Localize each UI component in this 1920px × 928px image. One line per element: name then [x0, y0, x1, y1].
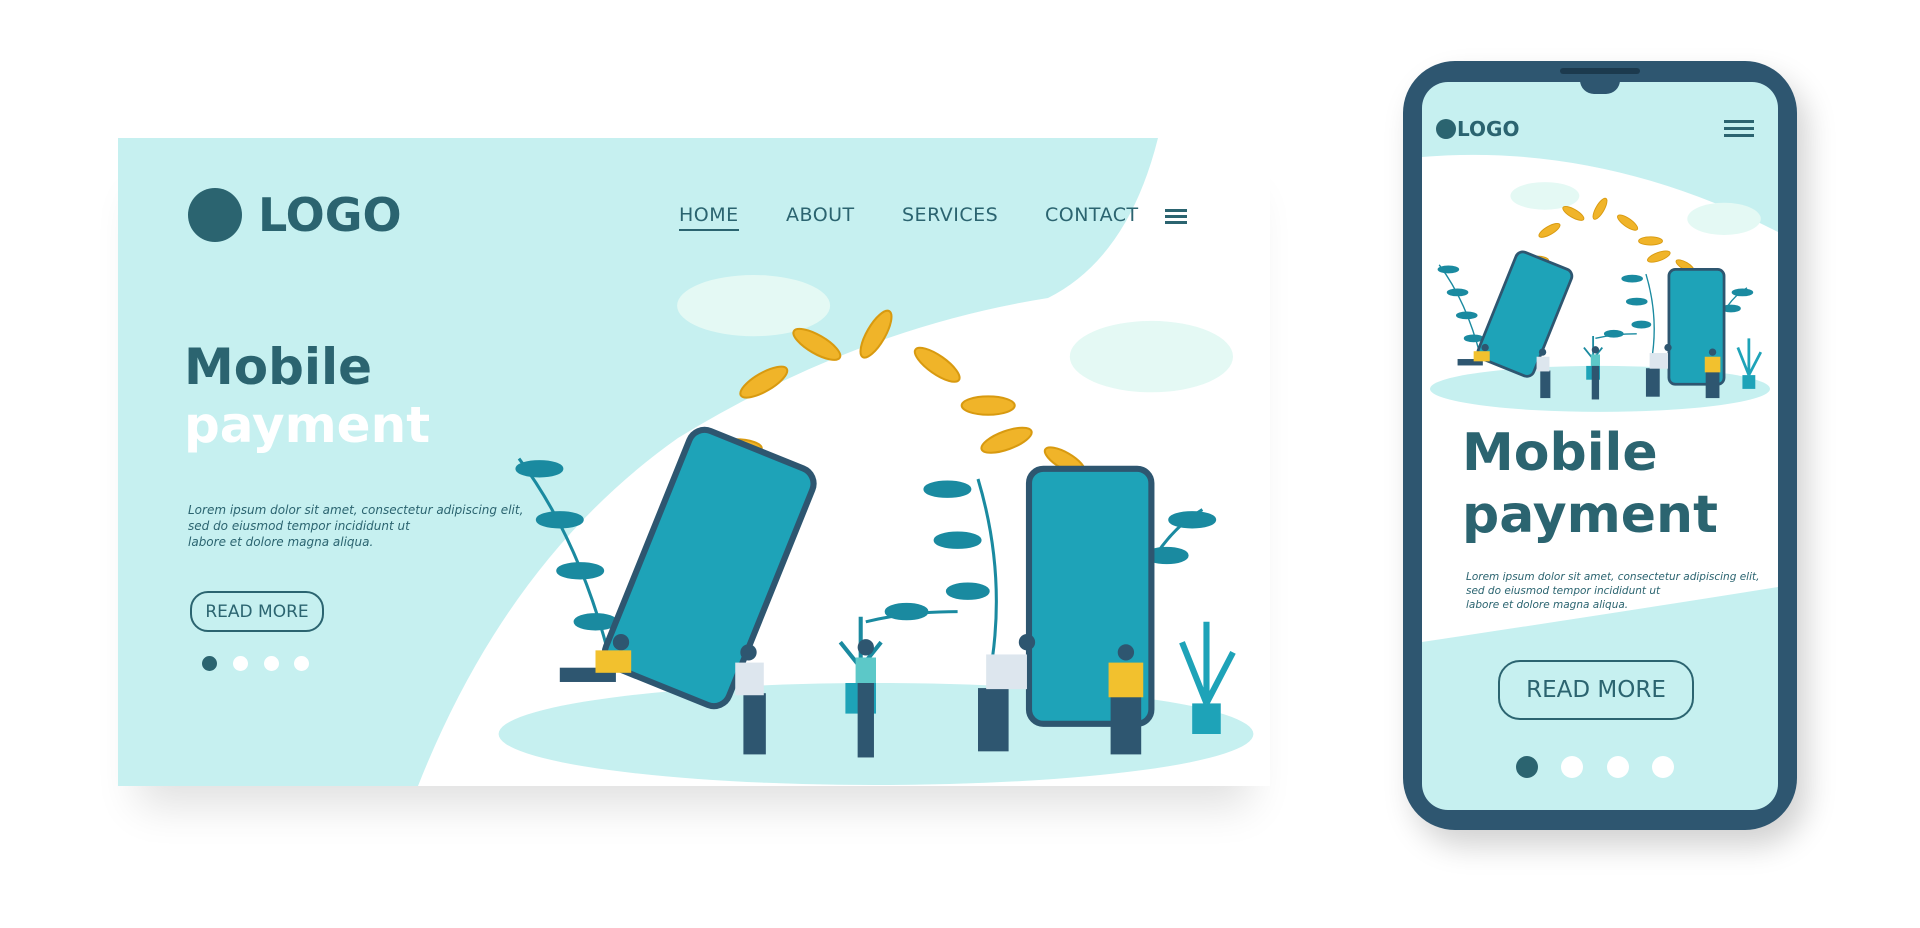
hero-title-line2: payment [1462, 485, 1718, 545]
nav-home[interactable]: HOME [679, 204, 739, 231]
logo[interactable]: LOGO [1457, 117, 1519, 141]
nav-about[interactable]: ABOUT [786, 204, 855, 226]
slide-dot-2[interactable] [233, 656, 248, 671]
description-line: labore et dolore magna aliqua. [188, 535, 374, 549]
hamburger-icon[interactable] [1165, 209, 1187, 228]
mobile-landing-page: LOGO Mobile payment Lorem ipsum dolor si… [1422, 82, 1778, 810]
nav-contact[interactable]: CONTACT [1045, 204, 1139, 226]
read-more-button[interactable]: READ MORE [190, 591, 324, 632]
slide-dot-2[interactable] [1561, 756, 1583, 778]
mobile-payment-illustration [1430, 182, 1770, 412]
hero-title-line1: Mobile [1462, 423, 1658, 483]
description-line: labore et dolore magna aliqua. [1466, 599, 1629, 611]
mobile-payment-illustration [496, 275, 1256, 785]
slide-dot-1[interactable] [1516, 756, 1538, 778]
hero-title-line2: payment [184, 396, 431, 454]
read-more-button[interactable]: READ MORE [1498, 660, 1694, 720]
description-line: Lorem ipsum dolor sit amet, consectetur … [1466, 571, 1760, 583]
hero-title-line1: Mobile [184, 338, 373, 396]
phone-speaker [1560, 68, 1640, 74]
description-line: sed do eiusmod tempor incididunt ut [1466, 585, 1661, 597]
description-line: sed do eiusmod tempor incididunt ut [188, 519, 410, 533]
logo[interactable]: LOGO [258, 188, 402, 242]
slide-dot-3[interactable] [264, 656, 279, 671]
nav-services[interactable]: SERVICES [902, 204, 998, 226]
slide-dot-4[interactable] [294, 656, 309, 671]
hero-description: Lorem ipsum dolor sit amet, consectetur … [1466, 570, 1759, 612]
description-line: Lorem ipsum dolor sit amet, consectetur … [188, 503, 524, 517]
logo-circle-icon [188, 188, 242, 242]
slide-dot-1[interactable] [202, 656, 217, 671]
logo-circle-icon [1436, 119, 1456, 139]
slide-dot-4[interactable] [1652, 756, 1674, 778]
hero-description: Lorem ipsum dolor sit amet, consectetur … [188, 502, 523, 550]
slide-dot-3[interactable] [1607, 756, 1629, 778]
phone-mockup: LOGO Mobile payment Lorem ipsum dolor si… [1403, 61, 1797, 830]
hamburger-icon[interactable] [1724, 120, 1754, 141]
desktop-landing-page: LOGO HOME ABOUT SERVICES CONTACT Mobile … [118, 138, 1270, 786]
